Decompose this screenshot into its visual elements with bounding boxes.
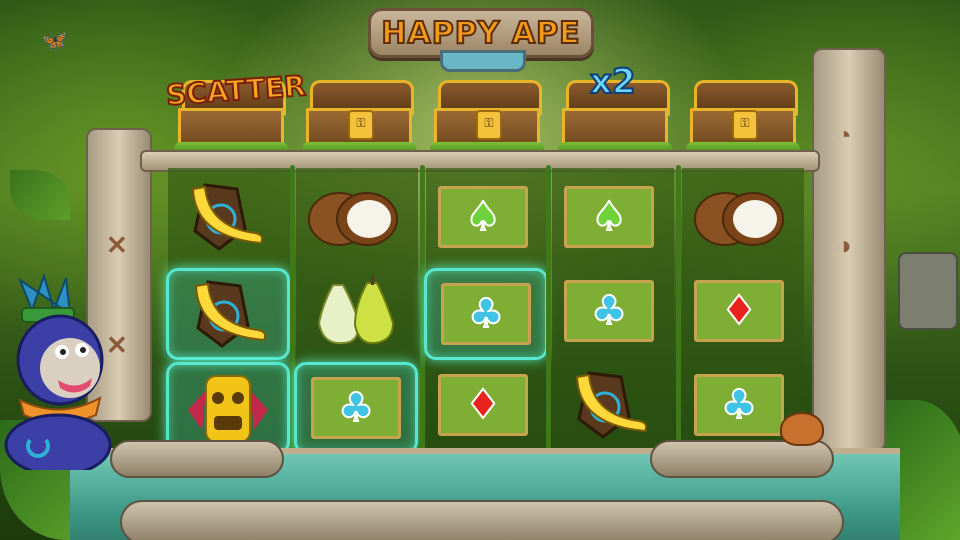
reel-cell [294,174,412,260]
ape-character [4,272,112,470]
keyhole-icon: ⚿ [732,110,758,140]
jungle-background: 🦋 HAPPY APE ⚿ ⚿ ⚿ SCATTER x2 ✕ ✕ ◔ ◑ ♣ ♠… [0,0,960,540]
treasure-chest-2: ⚿ [302,80,416,156]
right-stone-pillar: ◔ ◑ [812,48,886,452]
coconut-icon [694,192,784,246]
pillar-carving: ◑ [836,230,852,260]
pear-icon [317,275,395,345]
reel-cell: ♦ [424,362,542,448]
club-icon: ♣ [337,385,375,431]
multiplier-label: x2 [589,61,637,103]
diamond-icon: ♦ [464,382,502,428]
spade-icon: ♠ [464,194,502,240]
symbol-plate: ♦ [694,280,784,342]
banana-icon [575,371,648,439]
symbol-plate: ♣ [441,283,531,345]
frog-decoration [780,412,824,446]
reel-cell [166,268,290,360]
keyhole-icon: ⚿ [348,110,374,140]
symbol-plate: ♦ [438,374,528,436]
tiki-mask-icon [188,375,268,443]
stone-tiki-statue [898,252,958,330]
symbol-plate: ♠ [438,186,528,248]
reel-cell [294,268,412,354]
club-icon: ♣ [590,288,628,334]
rock-decoration [110,440,284,478]
title-ornament [440,50,526,72]
game-title: HAPPY APE [380,15,581,52]
treasure-chest-3: ⚿ [430,80,544,156]
symbol-plate: ♠ [564,186,654,248]
symbol-plate: ♣ [564,280,654,342]
pillar-carving: ◔ [836,120,852,150]
reel-cell: ♦ [680,268,798,354]
reel-cell: ♠ [424,174,542,260]
club-icon: ♣ [720,382,758,428]
leaf-decoration [10,170,70,220]
butterfly-icon: 🦋 [42,30,67,52]
pillar-carving: ✕ [106,230,128,260]
symbol-plate: ♣ [311,377,401,439]
symbol-plate: ♣ [694,374,784,436]
reel-cell: ♣ [550,268,668,354]
banana-icon [191,183,264,251]
keyhole-icon: ⚿ [476,110,502,140]
reel-cell: ♠ [550,174,668,260]
club-icon: ♣ [467,291,505,337]
reel-cell [166,174,284,260]
treasure-chest-5: ⚿ [686,80,800,156]
reel-cell [550,362,668,448]
reel-cell [680,174,798,260]
banana-icon [194,280,267,348]
coconut-icon [308,192,398,246]
reel-cell: ♣ [294,362,418,454]
reel-cell: ♣ [424,268,548,360]
spade-icon: ♠ [590,194,628,240]
diamond-icon: ♦ [720,288,758,334]
rock-decoration [120,500,844,540]
